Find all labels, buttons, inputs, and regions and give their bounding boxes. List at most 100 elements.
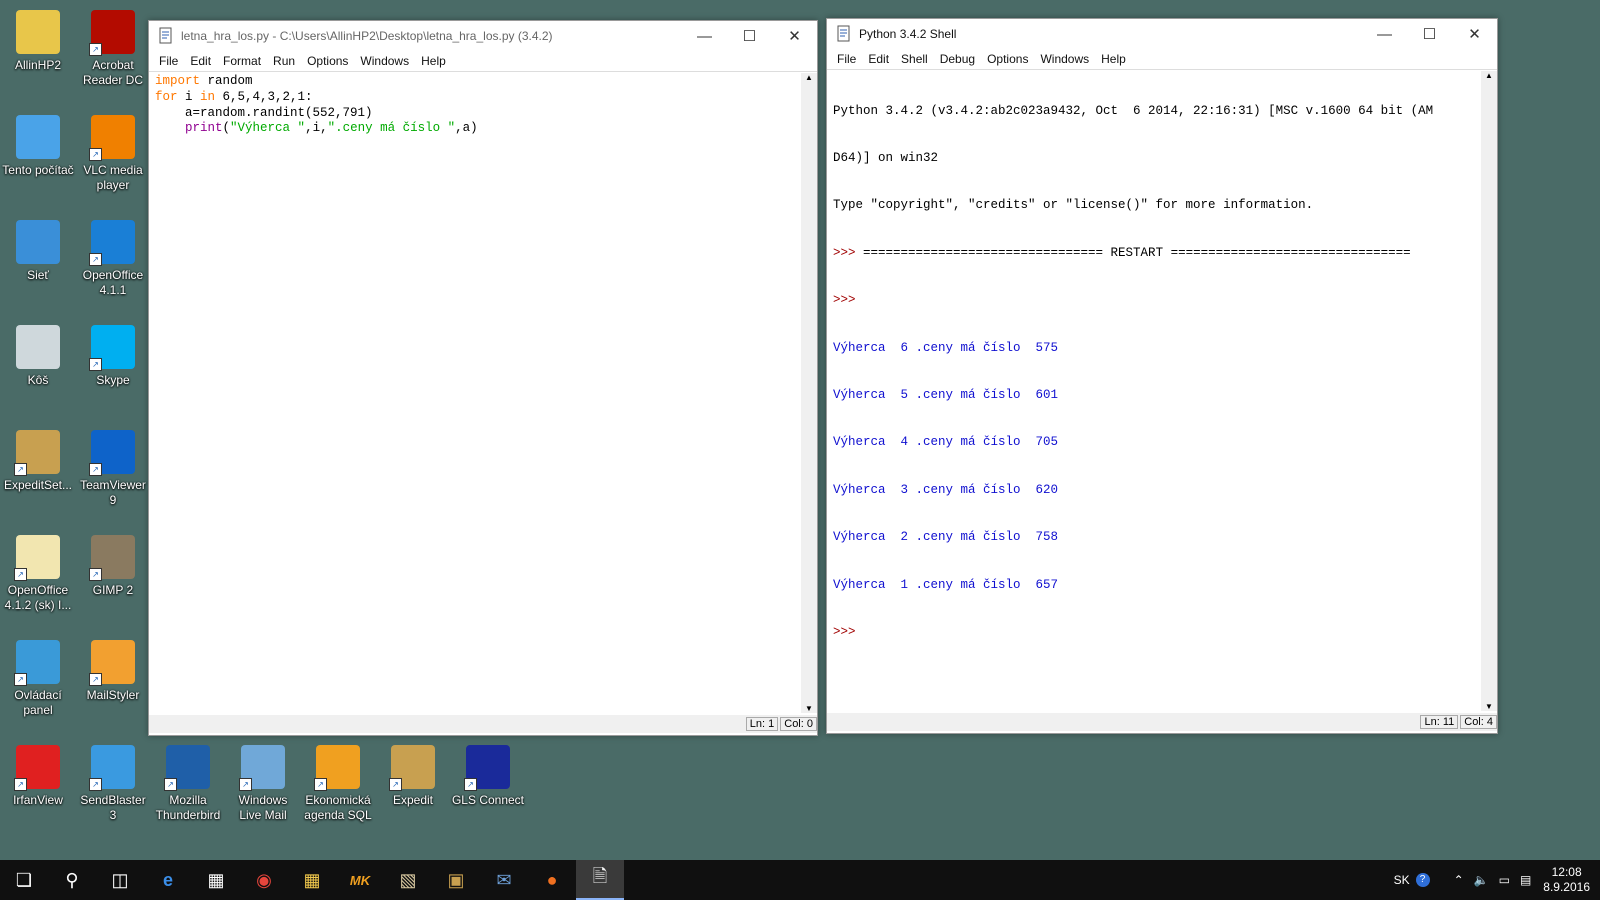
desktop-shortcut-label: Skype xyxy=(96,373,130,387)
close-button[interactable]: ✕ xyxy=(772,21,817,51)
language-indicator[interactable]: SK xyxy=(1394,873,1410,887)
control-panel-icon: ↗ xyxy=(14,640,60,686)
sendblaster-icon: ↗ xyxy=(89,745,135,791)
menu-shell[interactable]: Shell xyxy=(895,52,934,66)
code-text: random xyxy=(200,74,253,88)
desktop-shortcut[interactable]: ↗ SendBlaster 3 xyxy=(76,741,150,823)
desktop-shortcut-label: OpenOffice 4.1.2 (sk) I... xyxy=(4,583,72,612)
clock-time: 12:08 xyxy=(1551,865,1582,879)
shortcut-arrow-icon: ↗ xyxy=(89,43,102,56)
output-line: Výherca 3 .ceny má číslo 620 xyxy=(833,482,1059,497)
desktop-shortcut[interactable]: ↗ VLC media player xyxy=(76,111,150,193)
shell-scrollbar[interactable]: ▲ ▼ xyxy=(1481,71,1497,711)
scroll-up-arrow[interactable]: ▲ xyxy=(1481,71,1497,80)
package-icon[interactable]: ▣ xyxy=(432,860,480,900)
mk-icon[interactable]: MK xyxy=(336,860,384,900)
menu-help[interactable]: Help xyxy=(415,54,452,68)
shortcut-arrow-icon: ↗ xyxy=(14,463,27,476)
desktop-shortcut[interactable]: ↗ Skype xyxy=(76,321,150,388)
notification-icon[interactable]: ▤ xyxy=(1520,873,1531,887)
desktop-shortcut[interactable]: ↗ GLS Connect xyxy=(451,741,525,808)
search-icon[interactable]: ⚲ xyxy=(48,860,96,900)
minimize-button[interactable]: — xyxy=(682,21,727,51)
desktop-shortcut[interactable]: ↗ TeamViewer 9 xyxy=(76,426,150,508)
menu-debug[interactable]: Debug xyxy=(934,52,981,66)
code-line: for i in 6,5,4,3,2,1: xyxy=(155,90,478,106)
desktop-shortcut[interactable]: Kôš xyxy=(1,321,75,388)
minimize-button[interactable]: — xyxy=(1362,19,1407,49)
user-folder-icon xyxy=(16,10,60,54)
editor-titlebar[interactable]: letna_hra_los.py - C:\Users\AllinHP2\Des… xyxy=(149,21,817,51)
menu-options[interactable]: Options xyxy=(301,54,354,68)
menu-edit[interactable]: Edit xyxy=(862,52,895,66)
desktop-shortcut[interactable]: ↗ IrfanView xyxy=(1,741,75,808)
desktop-shortcut[interactable]: Sieť xyxy=(1,216,75,283)
shortcut-arrow-icon: ↗ xyxy=(464,778,477,791)
desktop-shortcut[interactable]: Tento počítač xyxy=(1,111,75,178)
menu-windows[interactable]: Windows xyxy=(1034,52,1095,66)
help-icon[interactable]: ? xyxy=(1415,873,1430,887)
menu-format[interactable]: Format xyxy=(217,54,267,68)
volume-icon[interactable]: 🔈 xyxy=(1474,873,1489,887)
editor-title: letna_hra_los.py - C:\Users\AllinHP2\Des… xyxy=(181,29,553,43)
menu-run[interactable]: Run xyxy=(267,54,301,68)
store-icon[interactable]: ▦ xyxy=(192,860,240,900)
desktop-shortcut[interactable]: ↗ ExpeditSet... xyxy=(1,426,75,493)
shell-menubar: File Edit Shell Debug Options Windows He… xyxy=(827,49,1497,70)
start-icon[interactable]: ❏ xyxy=(0,860,48,900)
editor-window: letna_hra_los.py - C:\Users\AllinHP2\Des… xyxy=(148,20,818,736)
irfanview-icon: ↗ xyxy=(14,745,60,791)
shell-output[interactable]: Python 3.4.2 (v3.4.2:ab2c023a9432, Oct 6… xyxy=(833,72,1473,672)
desktop-shortcut[interactable]: AllinHP2 xyxy=(1,6,75,73)
maximize-button[interactable]: ☐ xyxy=(727,21,772,51)
editor-scrollbar[interactable]: ▲ ▼ xyxy=(801,73,817,713)
close-button[interactable]: ✕ xyxy=(1452,19,1497,49)
shortcut-arrow-icon: ↗ xyxy=(89,358,102,371)
editor-code[interactable]: import random for i in 6,5,4,3,2,1: a=ran… xyxy=(155,74,478,137)
menu-file[interactable]: File xyxy=(831,52,862,66)
maximize-button[interactable]: ☐ xyxy=(1407,19,1452,49)
chrome-icon[interactable]: ◉ xyxy=(240,860,288,900)
desktop-shortcut-label: ExpeditSet... xyxy=(3,478,73,492)
edge-icon[interactable]: e xyxy=(144,860,192,900)
scroll-down-arrow[interactable]: ▼ xyxy=(1481,702,1497,711)
idle-icon[interactable]: 🗎 xyxy=(576,860,624,900)
scroll-up-arrow[interactable]: ▲ xyxy=(801,73,817,82)
output-line: Výherca 4 .ceny má číslo 705 xyxy=(833,435,1059,450)
desktop-shortcut[interactable]: ↗ Ovládací panel xyxy=(1,636,75,718)
desktop-shortcut[interactable]: ↗ OpenOffice 4.1.1 xyxy=(76,216,150,298)
firefox-icon[interactable]: ● xyxy=(528,860,576,900)
desktop-shortcut[interactable]: ↗ GIMP 2 xyxy=(76,531,150,598)
computer-icon xyxy=(16,115,60,159)
desktop-shortcut[interactable]: ↗ Mozilla Thunderbird xyxy=(151,741,225,823)
chevron-up-icon[interactable]: ⌃ xyxy=(1454,873,1464,887)
package-icon: ↗ xyxy=(14,430,60,476)
code-text: ( xyxy=(222,121,231,136)
network-tray-icon[interactable]: ▭ xyxy=(1499,873,1510,887)
desktop-shortcut[interactable]: ↗ Ekonomická agenda SQL xyxy=(301,741,375,823)
desktop-shortcut[interactable]: ↗ Windows Live Mail xyxy=(226,741,300,823)
desktop-shortcut-label: Acrobat Reader DC xyxy=(82,58,144,87)
menu-edit[interactable]: Edit xyxy=(184,54,217,68)
menu-windows[interactable]: Windows xyxy=(354,54,415,68)
desktop-shortcut[interactable]: ↗ OpenOffice 4.1.2 (sk) I... xyxy=(1,531,75,613)
thunderbird-icon[interactable]: ✉ xyxy=(480,860,528,900)
task-view-icon[interactable]: ◫ xyxy=(96,860,144,900)
app-icon[interactable]: ▧ xyxy=(384,860,432,900)
network-icon xyxy=(16,220,60,264)
shell-titlebar[interactable]: Python 3.4.2 Shell — ☐ ✕ xyxy=(827,19,1497,49)
code-text: i xyxy=(177,89,201,104)
scroll-down-arrow[interactable]: ▼ xyxy=(801,704,817,713)
desktop-shortcut[interactable]: ↗ Acrobat Reader DC xyxy=(76,6,150,88)
menu-file[interactable]: File xyxy=(153,54,184,68)
skype-icon: ↗ xyxy=(89,325,135,371)
prompt: >>> xyxy=(833,245,864,260)
file-explorer-icon[interactable]: ▦ xyxy=(288,860,336,900)
builtin: print xyxy=(185,121,223,136)
menu-help[interactable]: Help xyxy=(1095,52,1132,66)
desktop-shortcut[interactable]: ↗ MailStyler xyxy=(76,636,150,703)
desktop-shortcut[interactable]: ↗ Expedit xyxy=(376,741,450,808)
gimp-icon: ↗ xyxy=(89,535,135,581)
clock[interactable]: 12:08 8.9.2016 xyxy=(1543,865,1590,895)
menu-options[interactable]: Options xyxy=(981,52,1034,66)
